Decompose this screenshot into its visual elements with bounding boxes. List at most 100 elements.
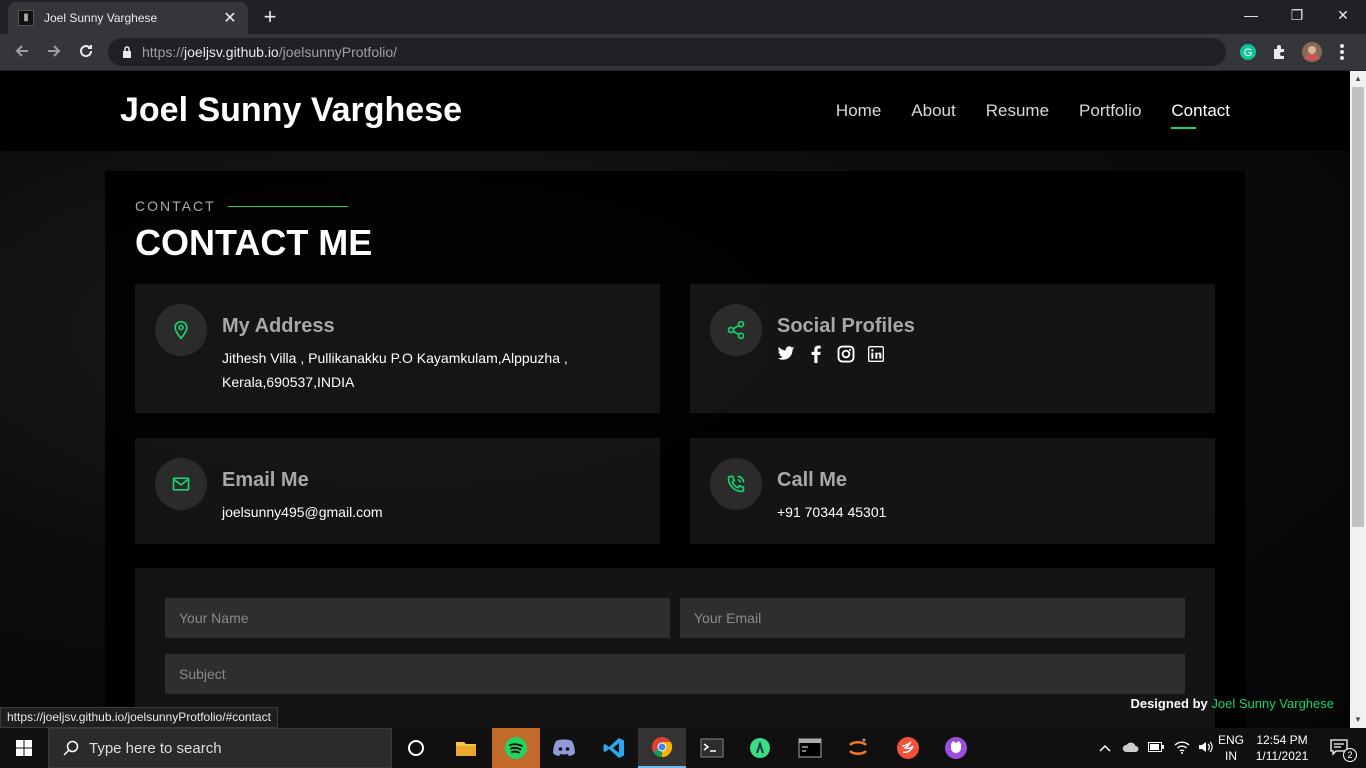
lang-top: ENG [1218,733,1245,747]
facebook-icon[interactable] [807,345,825,363]
call-card: Call Me +91 70344 45301 [690,438,1215,544]
chrome-icon[interactable] [638,728,686,768]
site-brand[interactable]: Joel Sunny Varghese [120,91,462,130]
restore-button[interactable]: ❐ [1274,0,1320,30]
address-line-1: Jithesh Villa , Pullikanakku P.O Kayamku… [222,350,568,366]
address-text: Jithesh Villa , Pullikanakku P.O Kayamku… [222,346,568,394]
discord-icon[interactable] [540,728,588,768]
back-button[interactable] [10,41,34,65]
status-bar-url: https://joeljsv.github.io/joelsunnyProtf… [0,707,278,728]
address-bar[interactable]: https://joeljsv.github.io/joelsunnyProtf… [108,38,1226,66]
twitter-icon[interactable] [777,345,795,363]
address-title: My Address [222,315,335,337]
reload-button[interactable] [74,41,98,65]
url-text: https://joeljsv.github.io/joelsunnyProtf… [142,44,397,60]
scroll-up-icon[interactable]: ▲ [1350,71,1366,87]
name-input[interactable] [165,598,670,638]
jupyter-icon[interactable] [834,728,882,768]
scroll-down-icon[interactable]: ▼ [1350,712,1366,728]
instagram-icon[interactable] [837,345,855,363]
new-tab-button[interactable]: + [260,5,280,29]
subject-input[interactable] [165,654,1185,694]
site-favicon-icon: ▮ [18,10,34,26]
onedrive-icon[interactable] [1122,740,1140,757]
address-card: My Address Jithesh Villa , Pullikanakku … [135,284,660,413]
windows-logo-icon [16,740,32,756]
tab-close-icon[interactable]: ✕ [222,8,238,28]
page-viewport: Joel Sunny Varghese Home About Resume Po… [0,71,1350,728]
nav-home[interactable]: Home [836,101,881,127]
nav-portfolio[interactable]: Portfolio [1079,101,1141,127]
windows-taskbar: Type here to search ENG IN 12:54 PM 1/11… [0,728,1366,768]
clock-date: 1/11/2021 [1255,749,1309,763]
spotify-icon[interactable] [492,728,540,768]
section-label: CONTACT [135,198,348,214]
clock[interactable]: 12:54 PM 1/11/2021 [1254,728,1310,768]
lock-icon [123,46,131,58]
tray-overflow-icon[interactable] [1096,741,1114,755]
forward-arrow-icon [48,45,61,57]
envelope-icon [155,458,207,510]
browser-toolbar: https://joeljsv.github.io/joelsunnyProtf… [0,34,1366,71]
wifi-icon[interactable] [1174,740,1190,757]
cortana-icon[interactable] [392,728,440,768]
url-path: /joelsunnyProtfolio/ [278,44,398,60]
section-title: CONTACT ME [135,222,373,263]
browser-tab[interactable]: ▮ Joel Sunny Varghese ✕ [8,2,248,34]
svg-text:G: G [1244,47,1253,59]
credit-designer-link[interactable]: Joel Sunny Varghese [1211,696,1334,711]
phone-number[interactable]: +91 70344 45301 [777,500,886,524]
email-title: Email Me [222,469,309,491]
call-title: Call Me [777,469,848,491]
page-scrollbar[interactable]: ▲ ▼ [1350,71,1366,728]
grammarly-extension-icon[interactable]: G [1238,42,1258,62]
location-pin-icon [155,304,207,356]
nav-contact[interactable]: Contact [1171,101,1230,129]
terminal-icon[interactable] [688,728,736,768]
vscode-icon[interactable] [590,728,638,768]
tab-title: Joel Sunny Varghese [44,11,158,25]
action-center-button[interactable]: 2 [1320,728,1360,768]
clock-time: 12:54 PM [1256,733,1308,747]
battery-icon[interactable] [1148,741,1164,755]
taskbar-search[interactable]: Type here to search [48,728,392,768]
minimize-button[interactable]: — [1228,0,1274,30]
language-indicator[interactable]: ENG IN [1218,728,1244,768]
back-arrow-icon [15,45,28,57]
android-studio-icon[interactable] [736,728,784,768]
social-links [777,345,885,363]
linkedin-icon[interactable] [867,345,885,363]
browser-menu-icon[interactable] [1340,44,1344,60]
cmd-icon[interactable] [786,728,834,768]
search-icon [63,740,79,756]
start-button[interactable] [0,728,48,768]
url-scheme: https:// [142,44,185,60]
address-line-2: Kerala,690537,INDIA [222,374,355,390]
forward-button[interactable] [42,41,66,65]
section-label-text: CONTACT [135,198,216,214]
email-input[interactable] [680,598,1185,638]
volume-icon[interactable] [1198,740,1214,757]
system-tray [1096,728,1214,768]
contact-section: CONTACT CONTACT ME My Address Jithesh Vi… [105,171,1245,728]
email-card: Email Me joelsunny495@gmail.com [135,438,660,544]
swift-icon[interactable] [884,728,932,768]
file-explorer-icon[interactable] [442,728,490,768]
nav-about[interactable]: About [911,101,955,127]
nav-resume[interactable]: Resume [986,101,1049,127]
profile-avatar-icon[interactable] [1302,42,1322,62]
search-placeholder: Type here to search [89,739,222,757]
scrollbar-thumb[interactable] [1352,87,1364,527]
close-window-button[interactable]: ✕ [1320,0,1366,30]
notification-count-badge: 2 [1343,748,1357,762]
contact-form [135,568,1215,728]
extensions-puzzle-icon[interactable] [1270,42,1290,62]
github-desktop-icon[interactable] [932,728,980,768]
share-icon [710,304,762,356]
footer-credit: Designed by Joel Sunny Varghese [1130,696,1334,711]
browser-tab-bar: ▮ Joel Sunny Varghese ✕ + — ❐ ✕ [0,0,1366,34]
reload-icon [80,45,93,58]
site-header: Joel Sunny Varghese Home About Resume Po… [0,71,1350,151]
social-card: Social Profiles [690,284,1215,413]
email-address[interactable]: joelsunny495@gmail.com [222,500,383,524]
